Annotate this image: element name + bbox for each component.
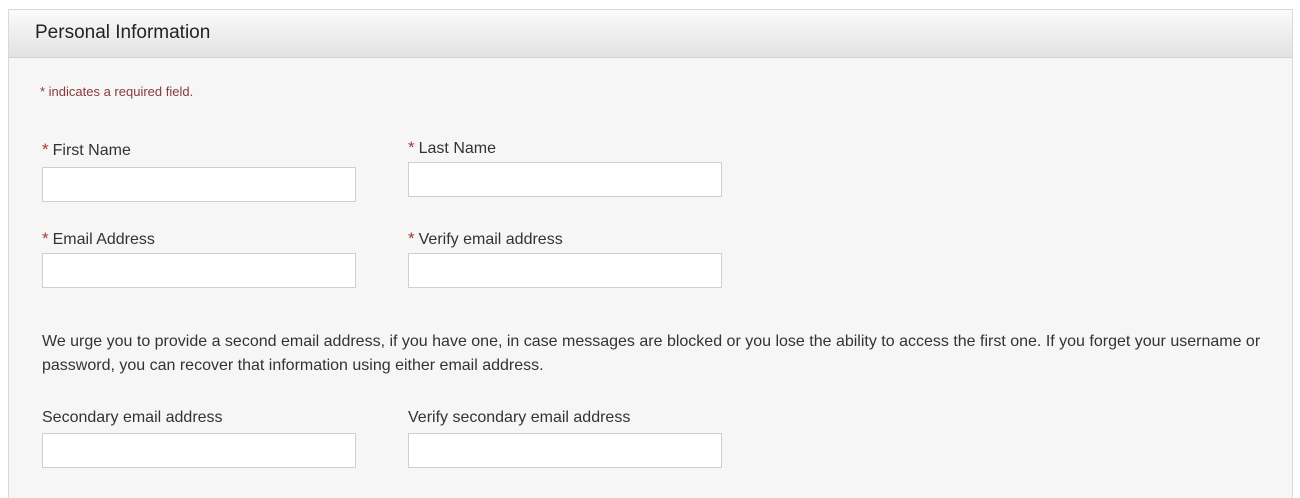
email-address-label-text: Email Address [52,231,155,248]
secondary-email-group: Secondary email address [42,409,223,427]
panel-header: Personal Information [9,10,1292,58]
required-star: * [408,138,415,157]
last-name-group: * Last Name [408,138,496,158]
required-star: * [42,229,49,248]
first-name-input[interactable] [42,167,356,202]
required-star: * [408,229,415,248]
first-name-label: * First Name [42,140,131,160]
first-name-group: * First Name [42,140,131,160]
panel-title: Personal Information [35,22,211,43]
secondary-email-label: Secondary email address [42,409,223,426]
verify-secondary-email-label: Verify secondary email address [408,409,631,426]
secondary-email-info-text: We urge you to provide a second email ad… [42,333,1261,374]
last-name-label: * Last Name [408,138,496,158]
verify-email-label: * Verify email address [408,229,563,249]
last-name-input[interactable] [408,162,722,197]
verify-email-group: * Verify email address [408,229,563,249]
personal-information-panel: Personal Information * indicates a requi… [8,9,1293,498]
email-address-label: * Email Address [42,229,155,249]
verify-email-label-text: Verify email address [418,231,563,248]
verify-secondary-email-group: Verify secondary email address [408,409,630,427]
required-field-note: * indicates a required field. [40,84,194,99]
last-name-label-text: Last Name [418,140,496,157]
secondary-email-input[interactable] [42,433,356,468]
required-star: * [42,140,49,159]
verify-secondary-email-input[interactable] [408,433,722,468]
email-address-group: * Email Address [42,229,155,249]
email-address-input[interactable] [42,253,356,288]
verify-email-input[interactable] [408,253,722,288]
first-name-label-text: First Name [52,142,131,159]
